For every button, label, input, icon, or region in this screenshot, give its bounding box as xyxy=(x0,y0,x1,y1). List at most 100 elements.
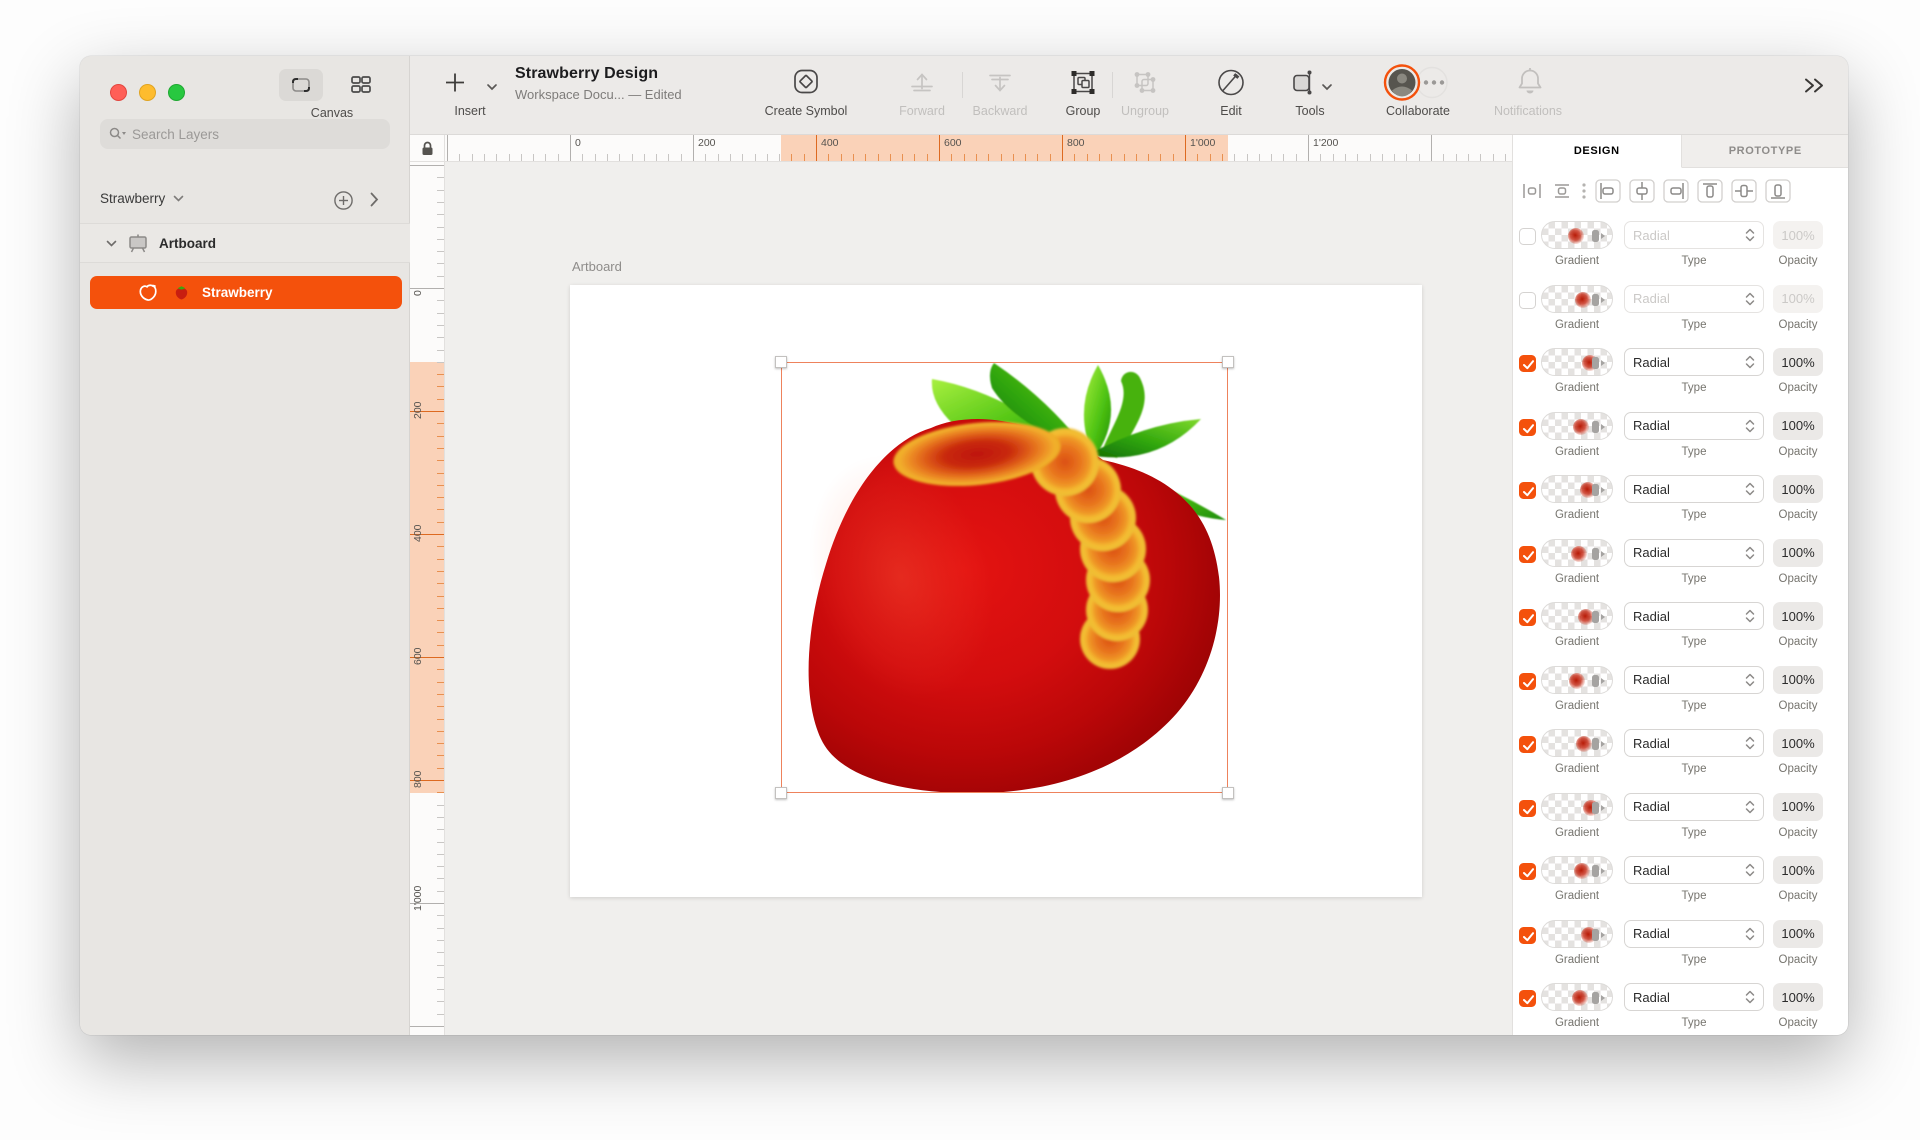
components-grid-icon[interactable] xyxy=(349,73,373,102)
align-left-icon[interactable] xyxy=(1595,179,1621,203)
gradient-type-select[interactable]: Radial xyxy=(1624,983,1764,1011)
distribute-vertically-icon[interactable] xyxy=(1551,181,1573,201)
tab-prototype[interactable]: PROTOTYPE xyxy=(1681,135,1848,168)
gradient-type-select[interactable]: Radial xyxy=(1624,411,1764,440)
minimize-window-button[interactable] xyxy=(139,84,156,101)
ungroup-button[interactable] xyxy=(1130,68,1160,103)
opacity-field[interactable]: 100% xyxy=(1773,475,1823,503)
align-middle-vertical-icon[interactable] xyxy=(1731,179,1757,203)
fill-enabled-checkbox[interactable] xyxy=(1519,355,1536,372)
notifications-button[interactable] xyxy=(1516,67,1544,102)
opacity-field[interactable]: 100% xyxy=(1773,538,1823,567)
gradient-swatch[interactable] xyxy=(1541,983,1613,1011)
canvas-view-toggle[interactable] xyxy=(279,69,323,101)
search-layers-input[interactable]: Search Layers xyxy=(100,119,390,149)
gradient-swatch[interactable] xyxy=(1541,665,1613,694)
collaborate-avatar[interactable] xyxy=(1383,64,1421,107)
insert-button[interactable] xyxy=(443,71,467,100)
edit-button[interactable] xyxy=(1216,68,1246,103)
fill-enabled-checkbox[interactable] xyxy=(1519,926,1536,944)
align-top-icon[interactable] xyxy=(1697,179,1723,203)
gradient-swatch[interactable] xyxy=(1541,792,1613,821)
gradient-swatch[interactable] xyxy=(1541,411,1613,440)
add-page-button[interactable] xyxy=(333,190,354,216)
distribute-horizontally-icon[interactable] xyxy=(1521,181,1543,201)
opacity-field[interactable]: 100% xyxy=(1773,665,1823,694)
layer-item-strawberry-selected[interactable]: Strawberry xyxy=(90,276,402,309)
page-selector[interactable]: Strawberry xyxy=(100,191,184,206)
align-bottom-icon[interactable] xyxy=(1765,179,1791,203)
gradient-swatch[interactable] xyxy=(1541,602,1613,630)
gradient-type-select[interactable]: Radial xyxy=(1624,729,1764,757)
more-options-dots-icon[interactable] xyxy=(1581,182,1587,200)
canvas-area[interactable]: Artboard xyxy=(445,162,1512,1035)
opacity-field[interactable]: 100% xyxy=(1773,348,1823,376)
opacity-field[interactable]: 100% xyxy=(1773,983,1823,1011)
vertical-ruler[interactable]: 0 200 400 600 800 1'000 xyxy=(410,162,445,1035)
gradient-type-select[interactable]: Radial xyxy=(1624,284,1764,313)
opacity-field[interactable]: 100% xyxy=(1773,729,1823,757)
gradient-type-select[interactable]: Radial xyxy=(1624,792,1764,821)
gradient-type-select[interactable]: Radial xyxy=(1624,602,1764,630)
gradient-type-select[interactable]: Radial xyxy=(1624,221,1764,249)
align-right-icon[interactable] xyxy=(1663,179,1689,203)
fill-enabled-checkbox[interactable] xyxy=(1519,799,1536,817)
layer-item-artboard[interactable]: Artboard xyxy=(80,223,410,263)
gradient-type-select[interactable]: Radial xyxy=(1624,856,1764,884)
fill-enabled-checkbox[interactable] xyxy=(1519,482,1536,499)
selection-handle-top-right[interactable] xyxy=(1222,356,1234,368)
zoom-window-button[interactable] xyxy=(168,84,185,101)
create-symbol-button[interactable] xyxy=(790,66,822,103)
fill-enabled-checkbox[interactable] xyxy=(1519,672,1536,690)
gradient-type-select[interactable]: Radial xyxy=(1624,919,1764,948)
gradient-swatch[interactable] xyxy=(1541,729,1613,757)
gradient-swatch[interactable] xyxy=(1541,856,1613,884)
gradient-swatch[interactable] xyxy=(1541,284,1613,313)
gradient-swatch[interactable] xyxy=(1541,348,1613,376)
gradient-swatch[interactable] xyxy=(1541,919,1613,948)
opacity-field[interactable]: 100% xyxy=(1773,221,1823,249)
fill-enabled-checkbox[interactable] xyxy=(1519,863,1536,880)
opacity-field[interactable]: 100% xyxy=(1773,919,1823,948)
opacity-field[interactable]: 100% xyxy=(1773,792,1823,821)
tools-chevron-icon[interactable] xyxy=(1321,78,1333,96)
ruler-corner[interactable] xyxy=(410,135,445,162)
tab-design[interactable]: DESIGN xyxy=(1513,135,1682,168)
close-window-button[interactable] xyxy=(110,84,127,101)
gradient-swatch[interactable] xyxy=(1541,538,1613,567)
gradient-swatch[interactable] xyxy=(1541,475,1613,503)
forward-button[interactable] xyxy=(907,69,937,102)
insert-chevron-icon[interactable] xyxy=(486,78,498,96)
opacity-field[interactable]: 100% xyxy=(1773,602,1823,630)
gradient-type-select[interactable]: Radial xyxy=(1624,538,1764,567)
fill-enabled-checkbox[interactable] xyxy=(1519,228,1536,245)
ruler-tick xyxy=(437,226,444,228)
opacity-field[interactable]: 100% xyxy=(1773,411,1823,440)
fill-enabled-checkbox[interactable] xyxy=(1519,609,1536,626)
gradient-type-select[interactable]: Radial xyxy=(1624,475,1764,503)
overflow-chevrons-icon[interactable] xyxy=(1802,77,1828,100)
gradient-type-select[interactable]: Radial xyxy=(1624,348,1764,376)
gradient-swatch[interactable] xyxy=(1541,221,1613,249)
backward-button[interactable] xyxy=(985,69,1015,102)
fill-enabled-checkbox[interactable] xyxy=(1519,418,1536,436)
selection-handle-bottom-right[interactable] xyxy=(1222,787,1234,799)
fill-enabled-checkbox[interactable] xyxy=(1519,545,1536,563)
artboard-title-label[interactable]: Artboard xyxy=(572,259,622,274)
horizontal-ruler[interactable]: 0 200 400 600 800 1'000 1'200 xyxy=(445,135,1512,162)
selection-handle-bottom-left[interactable] xyxy=(775,787,787,799)
align-center-horizontal-icon[interactable] xyxy=(1629,179,1655,203)
selection-bounding-box[interactable] xyxy=(781,362,1228,793)
gradient-type-select[interactable]: Radial xyxy=(1624,665,1764,694)
opacity-field[interactable]: 100% xyxy=(1773,856,1823,884)
expand-pages-button[interactable] xyxy=(370,192,379,212)
opacity-field[interactable]: 100% xyxy=(1773,284,1823,313)
fill-enabled-checkbox[interactable] xyxy=(1519,990,1536,1007)
tools-button[interactable] xyxy=(1287,68,1317,103)
fill-enabled-checkbox[interactable] xyxy=(1519,736,1536,753)
fill-enabled-checkbox[interactable] xyxy=(1519,291,1536,309)
document-subtitle[interactable]: Workspace Docu... — Edited xyxy=(515,87,682,102)
selection-handle-top-left[interactable] xyxy=(775,356,787,368)
type-label: Type xyxy=(1681,1017,1707,1029)
group-button[interactable] xyxy=(1068,68,1098,103)
